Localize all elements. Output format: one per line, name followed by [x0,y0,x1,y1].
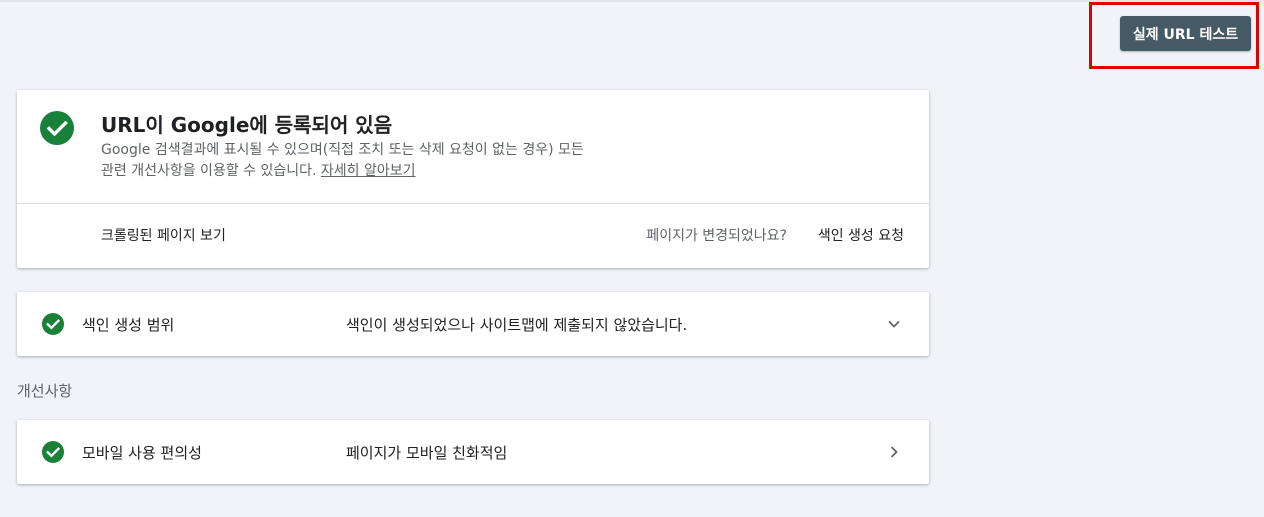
top-divider [0,0,1264,2]
check-circle-icon [42,441,64,463]
chevron-down-icon[interactable] [886,316,902,332]
coverage-row[interactable]: 색인 생성 범위 색인이 생성되었으나 사이트맵에 제출되지 않았습니다. [17,292,929,356]
mobile-usability-row[interactable]: 모바일 사용 편의성 페이지가 모바일 친화적임 [17,420,929,484]
status-description: Google 검색결과에 표시될 수 있으며(직접 조치 또는 삭제 요청이 없… [101,140,741,182]
url-status-card: URL이 Google에 등록되어 있음 Google 검색결과에 표시될 수 … [17,90,929,268]
check-circle-icon [40,111,74,145]
coverage-value: 색인이 생성되었으나 사이트맵에 제출되지 않았습니다. [346,316,688,334]
coverage-label: 색인 생성 범위 [82,316,175,334]
enhancements-heading: 개선사항 [17,382,73,400]
page-changed-text: 페이지가 변경되었나요? [646,228,787,244]
chevron-right-icon[interactable] [886,444,902,460]
status-description-line2: 관련 개선사항을 이용할 수 있습니다. 자세히 알아보기 [101,161,741,182]
mobile-usability-value: 페이지가 모바일 친화적임 [346,444,508,462]
view-crawled-page-button[interactable]: 크롤링된 페이지 보기 [101,225,226,245]
status-description-line1: Google 검색결과에 표시될 수 있으며(직접 조치 또는 삭제 요청이 없… [101,142,584,158]
live-url-test-button[interactable]: 실제 URL 테스트 [1120,16,1251,51]
learn-more-link[interactable]: 자세히 알아보기 [321,163,416,179]
card-divider [17,203,929,204]
request-indexing-button[interactable]: 색인 생성 요청 [818,225,904,245]
mobile-usability-label: 모바일 사용 편의성 [82,444,202,462]
check-circle-icon [42,313,64,335]
status-description-text: 관련 개선사항을 이용할 수 있습니다. [101,163,317,179]
status-title: URL이 Google에 등록되어 있음 [101,113,393,137]
